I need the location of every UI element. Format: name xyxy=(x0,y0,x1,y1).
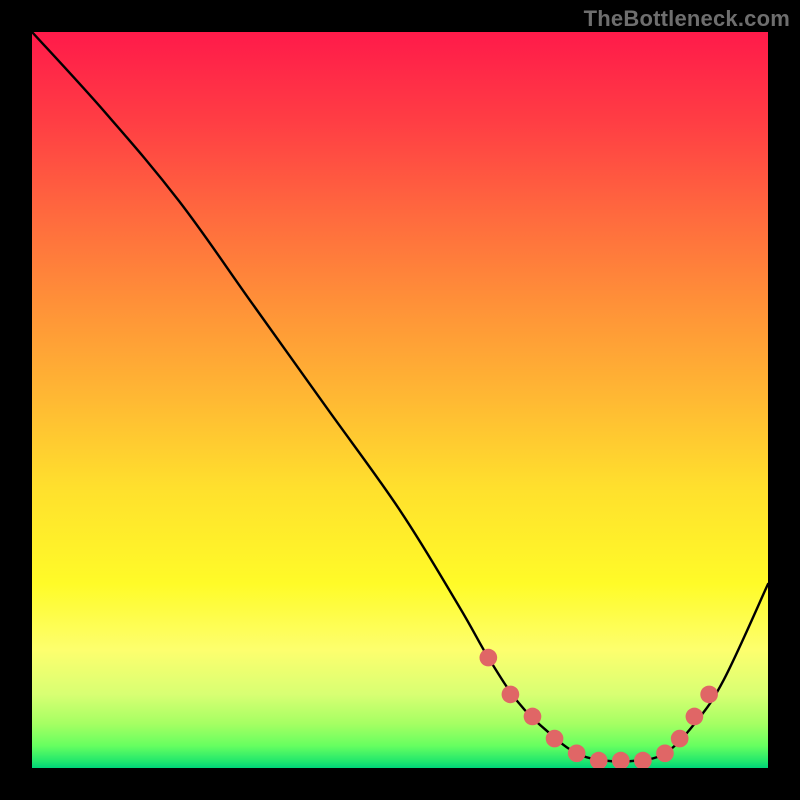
chart-container: TheBottleneck.com xyxy=(0,0,800,800)
bottleneck-curve xyxy=(32,32,768,762)
marker-dot xyxy=(524,708,542,726)
marker-dot xyxy=(590,752,608,768)
marker-dot xyxy=(502,686,520,704)
marker-dot xyxy=(568,744,586,762)
marker-dot xyxy=(612,752,630,768)
marker-group xyxy=(479,649,717,768)
marker-dot xyxy=(479,649,497,667)
curve-layer xyxy=(32,32,768,768)
marker-dot xyxy=(686,708,704,726)
marker-dot xyxy=(656,744,674,762)
marker-dot xyxy=(546,730,564,748)
marker-dot xyxy=(700,686,718,704)
marker-dot xyxy=(671,730,689,748)
watermark-text: TheBottleneck.com xyxy=(584,6,790,32)
marker-dot xyxy=(634,752,652,768)
plot-area xyxy=(32,32,768,768)
